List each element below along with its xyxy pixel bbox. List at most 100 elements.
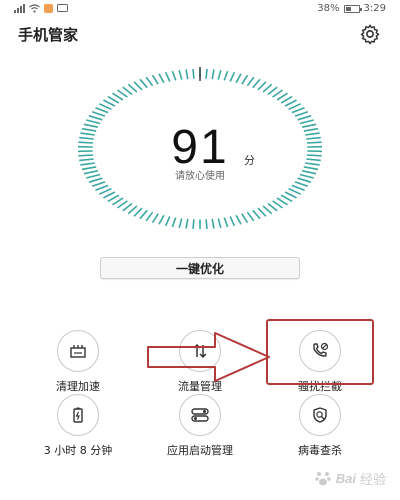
gauge-tick: [88, 115, 103, 121]
gauge-tick: [151, 74, 159, 85]
gauge-tick: [284, 191, 297, 199]
gauge-tick: [294, 181, 309, 188]
score-unit: 分: [244, 154, 255, 167]
gauge-tick: [257, 207, 267, 217]
tool-cleanup[interactable]: 清理加速: [28, 330, 128, 394]
gauge-tick: [185, 218, 189, 229]
gauge-tick: [299, 119, 314, 125]
optimize-button[interactable]: 一键优化: [100, 257, 300, 279]
gauge-tick: [272, 89, 283, 98]
gauge-tick: [127, 83, 138, 93]
gauge-tick: [272, 200, 283, 209]
gauge-tick: [303, 127, 319, 132]
settings-button[interactable]: [358, 22, 382, 46]
gauge-tick: [80, 162, 95, 166]
tool-label: 3 小时 8 分钟: [43, 444, 113, 457]
gauge-tick: [103, 99, 116, 107]
gauge-tick: [158, 73, 165, 84]
gauge-tick: [95, 184, 109, 192]
gauge-tick: [88, 177, 103, 183]
gauge-tick: [178, 218, 183, 229]
gauge-tick: [171, 70, 177, 81]
gauge-tick: [288, 103, 302, 111]
app-title: 手机管家: [18, 26, 79, 44]
annotation-highlight-box: [266, 319, 374, 385]
gauge-tick: [139, 78, 148, 89]
gauge-tick: [217, 218, 222, 229]
gauge-tick: [107, 194, 120, 203]
gauge-tick: [223, 70, 229, 81]
gauge-tick: [267, 86, 278, 96]
status-bar: 38% 3:29: [0, 0, 400, 20]
gauge-tick: [164, 216, 171, 227]
gauge-tick: [171, 217, 177, 228]
gauge-tick: [235, 73, 242, 84]
gauge-tick: [79, 158, 94, 162]
gauge-tick: [117, 89, 128, 98]
gauge-tick: [305, 162, 320, 166]
gauge-tick: [86, 173, 101, 179]
baidu-watermark: Bai 经验: [314, 466, 386, 490]
gauge-tick: [246, 211, 255, 222]
gauge-tick: [291, 106, 305, 114]
gauge-tick: [139, 209, 148, 220]
gauge-tick: [83, 123, 99, 128]
gauge-tick: [280, 95, 293, 104]
gauge-tick: [288, 187, 302, 195]
gauge-tick: [107, 95, 120, 104]
gauge-tick: [78, 141, 94, 144]
gauge-tick: [112, 197, 124, 206]
gauge-tick: [145, 211, 154, 222]
tool-app-launch[interactable]: 应用启动管理: [150, 394, 250, 458]
gauge-tick: [241, 74, 249, 85]
gauge-tick: [267, 202, 278, 212]
wifi-icon: [29, 4, 40, 13]
gauge-tick: [91, 181, 106, 188]
gauge-tick: [229, 71, 236, 82]
watermark-brand: Bai: [335, 470, 356, 486]
gauge-tick: [306, 158, 321, 162]
gauge-tick: [98, 187, 112, 195]
gauge-tick: [306, 136, 321, 140]
gauge-tick: [262, 205, 273, 215]
gauge-tick: [229, 216, 236, 227]
battery-status-icon: [343, 4, 362, 13]
gauge-tick: [158, 214, 165, 225]
tool-virus-scan[interactable]: 病毒查杀: [270, 394, 370, 458]
notification-icon: [44, 4, 53, 13]
gauge-tick: [205, 219, 208, 229]
gauge-tick: [306, 141, 322, 144]
gauge-tick: [80, 132, 95, 136]
gauge-tick: [79, 136, 94, 140]
gauge-tick: [127, 205, 138, 215]
gauge-tick: [280, 194, 293, 203]
gauge-tick: [81, 166, 97, 171]
gauge-tick: [103, 191, 116, 199]
gauge-tick: [86, 119, 101, 125]
tool-label: 应用启动管理: [167, 444, 233, 457]
gauge-tick: [133, 207, 143, 217]
status-icons-left: [14, 4, 68, 13]
status-icons-right: 38% 3:29: [317, 3, 386, 14]
paw-logo-icon: [314, 472, 331, 486]
gauge-tick: [294, 110, 309, 117]
app-launch-icon: [179, 394, 221, 436]
gauge-tick: [205, 69, 208, 79]
gauge-tick: [305, 132, 320, 136]
gauge-tick: [297, 177, 312, 183]
gauge-tick: [211, 218, 215, 229]
gauge-tick: [112, 92, 124, 101]
battery-percent: 38%: [317, 3, 340, 14]
gauge-tick: [246, 76, 255, 87]
gauge-tick: [297, 115, 312, 121]
gauge-tick: [217, 69, 222, 80]
gauge-tick: [122, 86, 133, 96]
gauge-tick: [164, 71, 171, 82]
gauge-tick: [291, 184, 305, 192]
tool-battery[interactable]: 3 小时 8 分钟: [28, 394, 128, 458]
gauge-tick: [257, 81, 267, 91]
tool-label: 清理加速: [56, 380, 100, 393]
clock: 3:29: [363, 3, 386, 14]
gauge-tick: [303, 166, 319, 171]
gauge-tick: [83, 170, 99, 175]
